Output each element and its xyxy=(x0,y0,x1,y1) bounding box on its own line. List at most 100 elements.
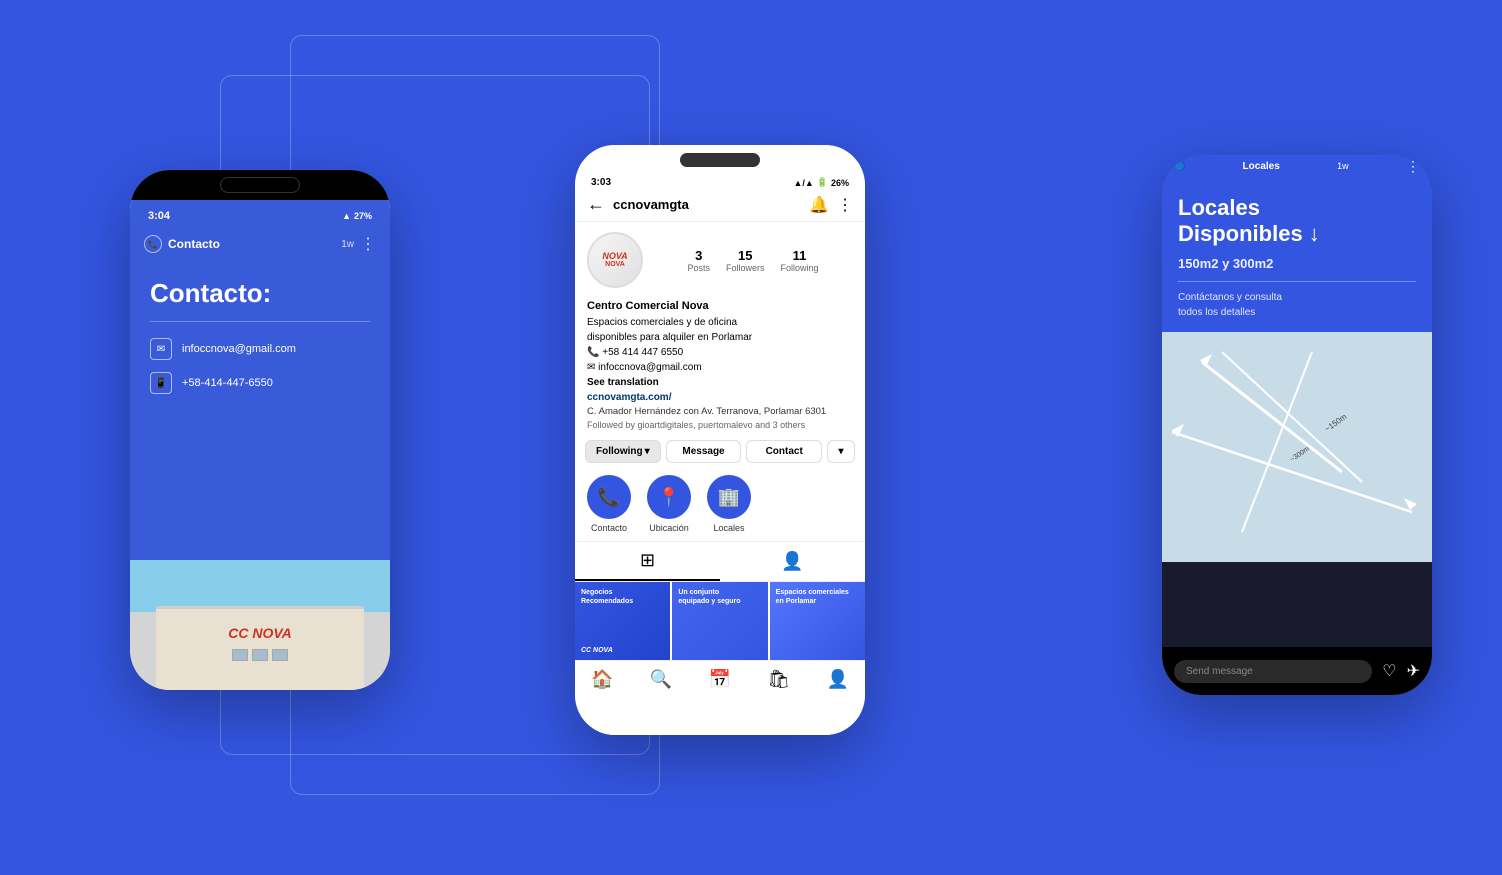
contact-button[interactable]: Contact xyxy=(746,440,822,463)
right-post-title: LocalesDisponibles ↓ xyxy=(1178,195,1416,248)
insta-username: ccnovamgta xyxy=(613,197,801,212)
following-stat: 11 Following xyxy=(781,248,819,273)
bio-phone: 📞 +58 414 447 6550 xyxy=(587,345,853,360)
grid-cell-2[interactable]: Un conjuntoequipado y seguro xyxy=(672,582,767,660)
left-header: 📞 Contacto 1w ⋮ xyxy=(130,226,390,262)
posts-label: Posts xyxy=(687,263,710,273)
left-phone: 3:04 ▲ 27% 📞 Contacto 1w ⋮ Contacto: ✉ i… xyxy=(130,170,390,690)
highlight-locales-circle: 🏢 xyxy=(707,475,751,519)
right-header-time: 1w xyxy=(1337,161,1349,171)
battery-icon: 🔋 xyxy=(817,177,828,188)
nav-home-icon[interactable]: 🏠 xyxy=(591,669,613,690)
insta-action-buttons: Following ▾ Message Contact ▾ xyxy=(575,440,865,471)
right-status-icon: 🔵 xyxy=(1174,161,1185,172)
grid-cell-1[interactable]: NegociosRecomendados CC NOVA xyxy=(575,582,670,660)
followers-label: Followers xyxy=(726,263,765,273)
left-phone-item: 📱 +58-414-447-6550 xyxy=(150,372,370,394)
nav-search-icon[interactable]: 🔍 xyxy=(650,669,672,690)
left-phone-num: +58-414-447-6550 xyxy=(182,377,273,389)
insta-highlights: 📞 Contacto 📍 Ubicación 🏢 Locales xyxy=(575,471,865,541)
bio-line1: Espacios comerciales y de oficina xyxy=(587,315,853,330)
highlight-contacto[interactable]: 📞 Contacto xyxy=(587,475,631,533)
left-email: infoccnova@gmail.com xyxy=(182,343,296,355)
nav-shop-icon[interactable]: 🛍 xyxy=(767,669,790,690)
insta-tabs: ⊞ 👤 xyxy=(575,541,865,582)
insta-bio: Centro Comercial Nova Espacios comercial… xyxy=(575,298,865,440)
nav-post-icon[interactable]: 📅 xyxy=(709,669,731,690)
nav-profile-icon[interactable]: 👤 xyxy=(827,669,849,690)
right-post-subtitle: 150m2 y 300m2 xyxy=(1178,256,1416,271)
battery-pct: 26% xyxy=(831,178,849,188)
grid-icon: ⊞ xyxy=(640,550,655,571)
insta-time: 3:03 xyxy=(591,177,611,188)
center-phone: 3:03 ▲/▲ 🔋 26% ← ccnovamgta 🔔 ⋮ NOVA NOV… xyxy=(575,145,865,735)
posts-count: 3 xyxy=(687,248,710,263)
bio-email: ✉ infoccnova@gmail.com xyxy=(587,360,853,375)
followers-count: 15 xyxy=(726,248,765,263)
insta-grid: NegociosRecomendados CC NOVA Un conjunto… xyxy=(575,582,865,660)
send-icon[interactable]: ✈ xyxy=(1407,661,1420,681)
insta-profile-row: NOVA NOVA 3 Posts 15 Followers 11 Follow… xyxy=(575,222,865,298)
insta-bottom-nav: 🏠 🔍 📅 🛍 👤 xyxy=(575,660,865,694)
email-icon: ✉ xyxy=(150,338,172,360)
building-sign: CC NOVA xyxy=(228,625,292,641)
bio-name: Centro Comercial Nova xyxy=(587,298,853,315)
person-tag-icon: 👤 xyxy=(781,551,803,572)
left-more-icon[interactable]: ⋮ xyxy=(360,234,376,254)
grid-cell-3[interactable]: Espacios comercialesen Porlamar xyxy=(770,582,865,660)
tab-grid[interactable]: ⊞ xyxy=(575,542,720,581)
highlight-locales-label: Locales xyxy=(713,523,744,533)
right-phone: 🔵 Locales 1w ⋮ LocalesDisponibles ↓ 150m… xyxy=(1162,155,1432,695)
grid-cell-1-logo: CC NOVA xyxy=(581,647,613,654)
whatsapp-icon: 📱 xyxy=(150,372,172,394)
highlight-contacto-label: Contacto xyxy=(591,523,627,533)
highlight-contacto-circle: 📞 xyxy=(587,475,631,519)
left-battery: 27% xyxy=(354,211,372,221)
bio-line2: disponibles para alquiler en Porlamar xyxy=(587,330,853,345)
map-svg: ~150m ~300m xyxy=(1162,332,1432,562)
followers-stat: 15 Followers xyxy=(726,248,765,273)
right-more-icon[interactable]: ⋮ xyxy=(1406,158,1420,175)
left-header-title: Contacto xyxy=(168,237,335,251)
left-heading: Contacto: xyxy=(150,278,370,309)
left-building-image: CC NOVA xyxy=(130,560,390,690)
back-button[interactable]: ← xyxy=(587,194,605,215)
heart-icon[interactable]: ♡ xyxy=(1382,661,1396,681)
insta-avatar: NOVA NOVA xyxy=(587,232,643,288)
bio-url[interactable]: ccnovamgta.com/ xyxy=(587,390,853,405)
following-button[interactable]: Following ▾ xyxy=(585,440,661,463)
insta-header: ← ccnovamgta 🔔 ⋮ xyxy=(575,190,865,222)
bio-followed: Followed by gioartdigitales, puertomalev… xyxy=(587,419,853,433)
left-time: 3:04 xyxy=(148,210,170,222)
left-status-bar: 3:04 ▲ 27% xyxy=(130,200,390,226)
right-map: ~150m ~300m xyxy=(1162,332,1432,562)
following-label: Following xyxy=(781,263,819,273)
insta-status-bar: 3:03 ▲/▲ 🔋 26% xyxy=(575,169,865,190)
right-bottom-bar: Send message ♡ ✈ xyxy=(1162,647,1432,695)
left-phone-icon: 📞 xyxy=(144,235,162,253)
insta-status-icons: ▲/▲ 🔋 26% xyxy=(793,177,849,188)
highlight-ubicacion[interactable]: 📍 Ubicación xyxy=(647,475,691,533)
message-button[interactable]: Message xyxy=(666,440,742,463)
posts-stat: 3 Posts xyxy=(687,248,710,273)
more-button[interactable]: ▾ xyxy=(827,440,855,463)
notification-bell-icon[interactable]: 🔔 xyxy=(809,195,829,215)
insta-stats: 3 Posts 15 Followers 11 Following xyxy=(653,248,853,273)
following-count: 11 xyxy=(781,248,819,263)
left-header-time: 1w xyxy=(341,239,354,250)
highlight-ubicacion-circle: 📍 xyxy=(647,475,691,519)
right-locales-title: Locales xyxy=(1243,161,1280,172)
grid-cell-3-text: Espacios comercialesen Porlamar xyxy=(776,588,849,606)
bio-see-translation[interactable]: See translation xyxy=(587,375,853,390)
left-divider xyxy=(150,321,370,322)
right-post-desc: Contáctanos y consultatodos los detalles xyxy=(1178,281,1416,320)
left-signal-icon: ▲ xyxy=(342,211,351,221)
insta-more-icon[interactable]: ⋮ xyxy=(837,195,853,215)
bio-address: C. Amador Hernández con Av. Terranova, P… xyxy=(587,405,853,419)
signal-icon: ▲/▲ xyxy=(793,178,813,188)
send-message-input[interactable]: Send message xyxy=(1174,660,1372,683)
tab-tagged[interactable]: 👤 xyxy=(720,542,865,581)
highlight-ubicacion-label: Ubicación xyxy=(649,523,689,533)
highlight-locales[interactable]: 🏢 Locales xyxy=(707,475,751,533)
grid-cell-2-text: Un conjuntoequipado y seguro xyxy=(678,588,740,606)
